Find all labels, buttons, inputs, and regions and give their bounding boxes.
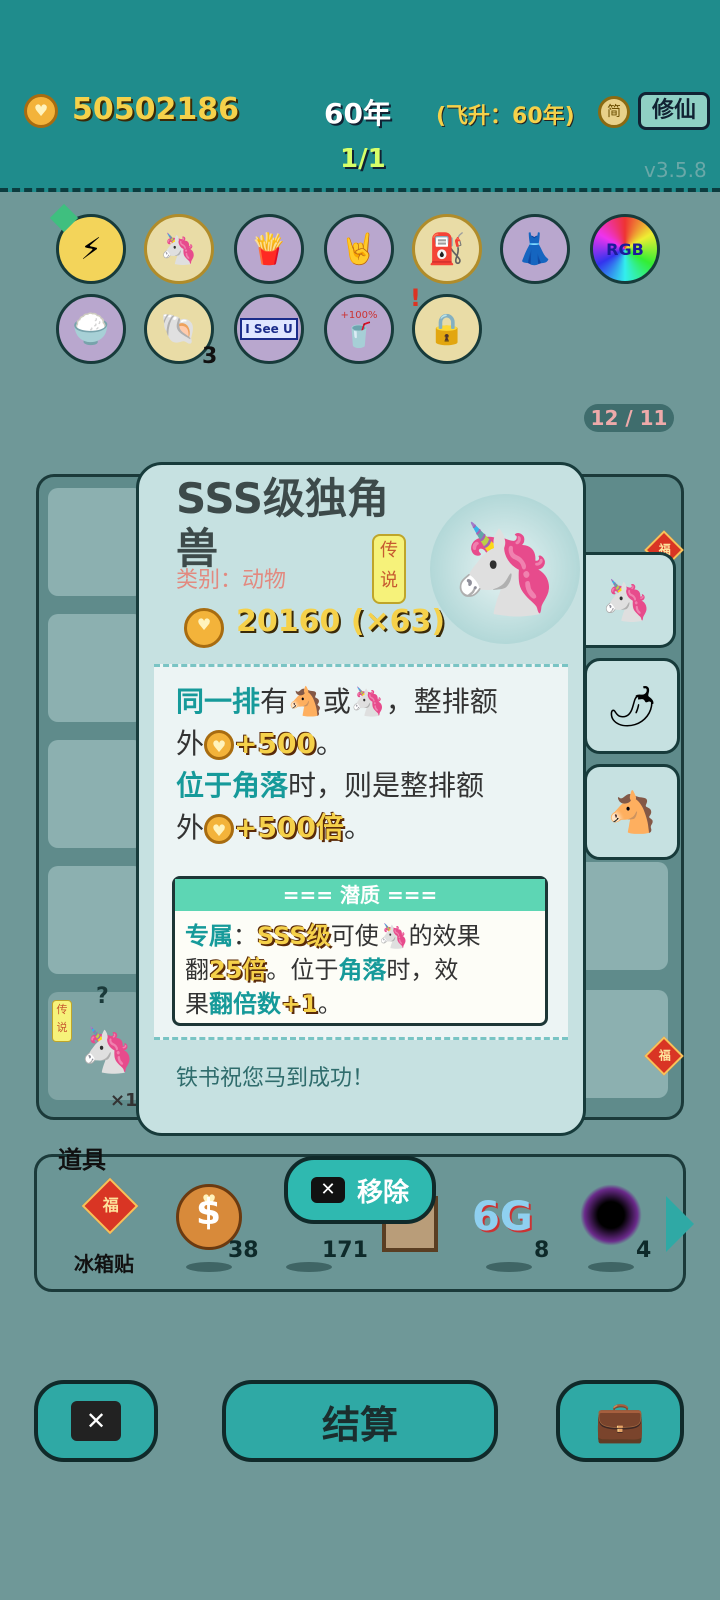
close-icon: ✕ [310, 1177, 345, 1203]
desc-line-2: 外+500。 [176, 724, 344, 764]
unicorn-icon: 🦄 [601, 577, 652, 624]
tab-horse[interactable]: 🐴 [584, 764, 680, 860]
close-icon: ✕ [71, 1401, 121, 1441]
bag-button[interactable]: 💼 [556, 1380, 684, 1462]
shadow [486, 1262, 532, 1272]
safe-icon[interactable]: 🔒 [412, 294, 482, 364]
coin-icon [204, 814, 235, 845]
item-category: 类别：动物 [176, 568, 287, 593]
skirt-icon[interactable]: 👗 [500, 214, 570, 284]
coin-icon [24, 94, 58, 128]
legend-badge: 传说 [52, 1000, 72, 1042]
next-arrow-icon[interactable] [666, 1196, 694, 1252]
alert-icon: ! [410, 284, 421, 312]
prop-label: 冰箱贴 [74, 1252, 134, 1276]
ascend-label: (飞升：60年) [436, 104, 575, 129]
board-slot[interactable] [48, 614, 144, 722]
unicorn-icon: 🦄 [430, 494, 580, 644]
i-see-u-icon[interactable]: I See U [234, 294, 304, 364]
horse-icon: 🐴 [288, 685, 323, 718]
unicorn-icon: 🦄 [350, 685, 386, 718]
shadow [588, 1262, 634, 1272]
year-label: 60年 [324, 97, 391, 130]
prop-fridge-magnet[interactable]: 福 [81, 1177, 139, 1236]
wish-text: 铁书祝您马到成功！ [176, 1066, 375, 1091]
desc-line-4: 外+500倍。 [176, 808, 372, 848]
black-hole-icon[interactable] [580, 1184, 642, 1246]
i-see-u-label: I See U [240, 318, 298, 340]
prop-qty: 171 [322, 1238, 368, 1263]
xiuxian-button[interactable]: 修仙 [638, 92, 710, 130]
coin-icon [204, 730, 235, 761]
pump-icon[interactable]: ⛽ [412, 214, 482, 284]
prop-qty: 38 [228, 1238, 259, 1263]
pepper-icon: 🌶 [606, 683, 658, 730]
version-label: v3.5.8 [644, 158, 707, 182]
prop-qty: 4 [636, 1238, 652, 1263]
simplified-toggle[interactable]: 简 [598, 96, 630, 128]
settle-button[interactable]: 结算 [222, 1380, 498, 1462]
item-price: 20160 (×63) [236, 604, 446, 639]
board-slot[interactable] [48, 488, 144, 596]
desc-line-3: 位于角落时，则是整排额 [176, 769, 485, 802]
desc-line-1: 同一排有🐴或🦄，整排额 [176, 685, 498, 718]
shell-count: 3 [202, 344, 218, 369]
coin-total: 50502186 [72, 92, 239, 127]
tab-pepper[interactable]: 🌶 [584, 658, 680, 754]
shadow [286, 1262, 332, 1272]
round-counter: 1/1 [340, 144, 386, 174]
rgb-label: RGB [606, 239, 644, 259]
slot-tally: 12 / 11 [584, 404, 674, 432]
rgb-icon[interactable]: RGB [590, 214, 660, 284]
horse-icon: 🐴 [607, 789, 657, 836]
briefcase-icon: 💼 [595, 1398, 645, 1445]
rarity-badge: 传说 [372, 534, 406, 604]
question-mark: ? [96, 984, 109, 1009]
shadow [186, 1262, 232, 1272]
board-slot[interactable] [572, 862, 668, 970]
remove-button[interactable]: ✕ 移除 [284, 1156, 436, 1224]
board-slot[interactable] [48, 740, 144, 848]
latent-panel: === 潜质 === 专属：SSS级可使🦄的效果 翻25倍。位于角落时，效 果翻… [172, 876, 548, 1026]
unicorn-icon[interactable]: 🦄 [144, 214, 214, 284]
latent-body: 专属：SSS级可使🦄的效果 翻25倍。位于角落时，效 果翻倍数+1。 [185, 922, 481, 1018]
tab-unicorn[interactable]: 🦄 [580, 552, 676, 648]
rice-bowl-icon[interactable]: 🍚 [56, 294, 126, 364]
unicorn-icon: 🦄 [80, 1025, 135, 1076]
board-slot[interactable] [48, 866, 144, 974]
item-count: ×1 [110, 1090, 138, 1111]
latent-header: === 潜质 === [175, 879, 545, 911]
dollar-sign-icon: $ [196, 1192, 222, 1233]
6g-icon[interactable]: 6G [472, 1194, 533, 1240]
prop-qty: 8 [534, 1238, 550, 1263]
rock-hand-icon[interactable]: 🤘 [324, 214, 394, 284]
props-label: 道具 [58, 1146, 106, 1174]
cup-label: +100% [340, 309, 378, 321]
unicorn-icon: 🦄 [378, 922, 409, 950]
coin-icon [184, 608, 224, 648]
cancel-button[interactable]: ✕ [34, 1380, 158, 1462]
fries-icon[interactable]: 🍟 [234, 214, 304, 284]
cup-icon[interactable]: +100% 🥤 [324, 294, 394, 364]
